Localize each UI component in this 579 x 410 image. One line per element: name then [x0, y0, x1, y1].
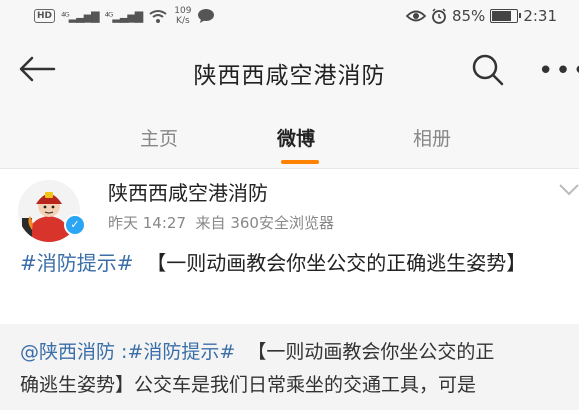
chevron-down-icon[interactable] — [558, 183, 579, 197]
net-speed: 109 K/s — [174, 6, 192, 26]
tab-album[interactable]: 相册 — [413, 124, 451, 151]
nav-bar: 陕西西咸空港消防 ••• — [0, 34, 579, 104]
alarm-icon — [432, 8, 446, 24]
wifi-icon — [149, 9, 167, 23]
more-dots-icon: ••• — [538, 56, 579, 86]
hashtag-link[interactable]: #消防提示# — [20, 251, 134, 275]
post-source: 来自 360安全浏览器 — [195, 214, 334, 232]
retweet-content: @陕西消防 :#消防提示# 【一则动画教会你坐公交的正确逃生姿势】公交车是我们日… — [20, 336, 579, 402]
more-options-button[interactable]: ••• — [538, 58, 579, 84]
status-bar-right: 85% 2:31 — [405, 7, 557, 25]
eye-icon — [405, 10, 426, 22]
signal-icon: ⁴ᴳ▂▃▅▇ — [61, 9, 100, 23]
tab-weibo[interactable]: 微博 — [277, 124, 315, 151]
post-text: 【一则动画教会你坐公交的正确逃生姿势】 — [146, 251, 527, 275]
status-bar-left: HD ⁴ᴳ▂▃▅▇ ⁴ᴳ▂▃▅▇ 109 K/s — [34, 6, 215, 26]
retweet-text-line1: 【一则动画教会你坐公交的正 — [247, 341, 495, 363]
verified-badge-icon: ✓ — [64, 214, 86, 236]
profile-tabs: 主页 微博 相册 — [0, 104, 579, 168]
hd-badge: HD — [34, 9, 56, 23]
status-bar: HD ⁴ᴳ▂▃▅▇ ⁴ᴳ▂▃▅▇ 109 K/s 85% 2:31 — [0, 0, 579, 34]
post-meta: 昨天 14:27 来自 360安全浏览器 — [108, 212, 334, 233]
post-author[interactable]: 陕西西咸空港消防 — [108, 177, 268, 206]
mention-link[interactable]: @陕西消防 — [20, 341, 115, 363]
clock: 2:31 — [523, 7, 557, 25]
search-icon — [472, 54, 504, 86]
chat-bubble-icon — [198, 9, 215, 23]
retweet-text-line2: 确逃生姿势】公交车是我们日常乘坐的交通工具，可是 — [20, 374, 477, 396]
post-content: #消防提示# 【一则动画教会你坐公交的正确逃生姿势】 — [20, 246, 570, 280]
tab-home[interactable]: 主页 — [140, 124, 178, 151]
post-time: 昨天 14:27 — [108, 214, 186, 232]
battery-icon — [490, 9, 522, 23]
search-button[interactable] — [470, 53, 506, 87]
mention-separator: : — [115, 341, 128, 363]
signal-icon-2: ⁴ᴳ▂▃▅▇ — [104, 9, 144, 23]
battery-percent: 85% — [451, 7, 486, 25]
retweet-hashtag-link[interactable]: #消防提示# — [127, 341, 235, 363]
weibo-post[interactable]: ✓ 陕西西咸空港消防 昨天 14:27 来自 360安全浏览器 #消防提示# 【… — [0, 169, 579, 324]
retweet-block[interactable]: @陕西消防 :#消防提示# 【一则动画教会你坐公交的正确逃生姿势】公交车是我们日… — [0, 324, 579, 410]
active-tab-indicator — [281, 160, 319, 164]
